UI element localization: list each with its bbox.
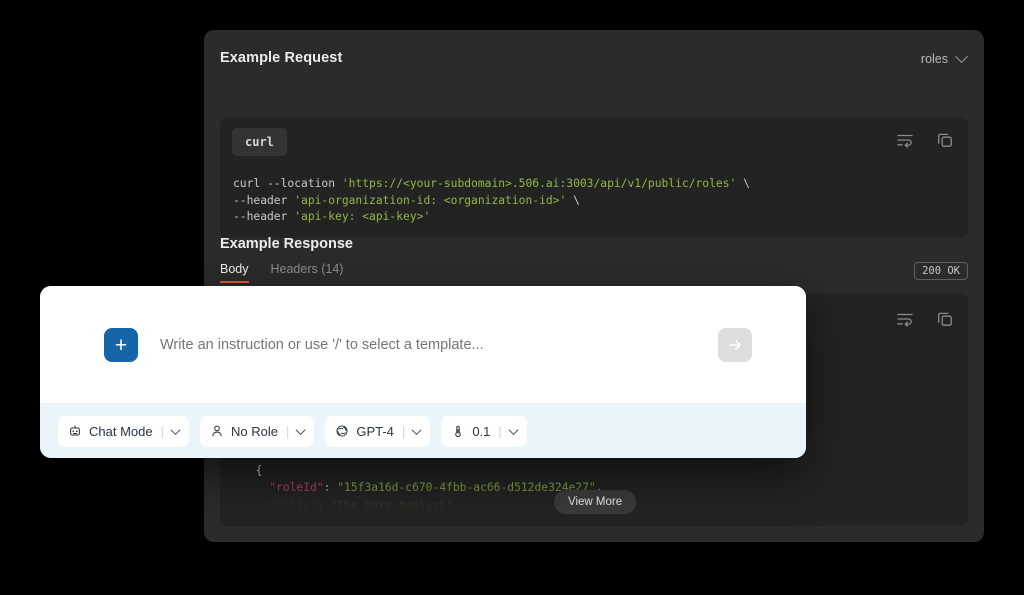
endpoint-selector-label: roles <box>921 52 948 66</box>
status-badge: 200 OK <box>914 262 968 280</box>
chip-gpt-4[interactable]: GPT-4 | <box>325 416 430 447</box>
tab-body[interactable]: Body <box>220 262 249 283</box>
send-button[interactable] <box>718 328 752 362</box>
chip-divider: | <box>402 424 405 439</box>
request-header: Example Request roles <box>204 30 984 90</box>
wrap-text-icon[interactable] <box>896 310 914 328</box>
code-token: --header <box>233 210 294 223</box>
copy-icon[interactable] <box>936 131 954 149</box>
code-token: curl --location <box>233 177 342 190</box>
code-token: 'api-key: <api-key>' <box>294 210 430 223</box>
code-line: --header 'api-organization-id: <organiza… <box>233 193 958 210</box>
example-request-title: Example Request <box>220 50 342 66</box>
code-toolbar: curl <box>220 118 968 174</box>
chevron-down-icon[interactable] <box>171 425 181 435</box>
chip-label: 0.1 <box>472 424 490 439</box>
chip-0-1[interactable]: 0.1 | <box>441 416 526 447</box>
robot-icon <box>68 424 82 438</box>
code-token: { <box>242 464 262 477</box>
chevron-down-icon[interactable] <box>508 425 518 435</box>
chevron-down-icon[interactable] <box>412 425 422 435</box>
tab-headers-14[interactable]: Headers (14) <box>271 262 344 283</box>
view-more-button[interactable]: View More <box>554 490 636 514</box>
response-code-actions <box>896 310 954 328</box>
chip-label: Chat Mode <box>89 424 153 439</box>
chat-settings-toolbar: Chat Mode | No Role | GPT-4 | 0.1 | <box>40 404 806 458</box>
request-code-text: curl --location 'https://<your-subdomain… <box>233 176 958 226</box>
example-response-title: Example Response <box>220 236 353 252</box>
chevron-down-icon <box>955 50 968 63</box>
code-token: --header <box>233 194 294 207</box>
copy-icon[interactable] <box>936 310 954 328</box>
request-code-card: curl curl --l <box>220 118 968 238</box>
code-line: --header 'api-key: <api-key>' <box>233 209 958 226</box>
code-token: \ <box>566 194 580 207</box>
chat-input-row: + <box>52 294 794 396</box>
chat-input-area: + <box>40 286 806 404</box>
add-attachment-button[interactable]: + <box>104 328 138 362</box>
code-line: { <box>242 462 958 480</box>
chip-label: GPT-4 <box>356 424 394 439</box>
thermometer-icon <box>451 424 465 438</box>
tab-curl[interactable]: curl <box>232 128 287 156</box>
chip-chat-mode[interactable]: Chat Mode | <box>58 416 189 447</box>
chevron-down-icon[interactable] <box>296 425 306 435</box>
response-tabs: Body Headers (14) <box>220 262 343 283</box>
screen-root: Example Request roles curl <box>0 0 1024 595</box>
person-icon <box>210 424 224 438</box>
code-token: 'https://<your-subdomain>.506.ai:3003/ap… <box>342 177 736 190</box>
endpoint-selector[interactable]: roles <box>921 52 966 66</box>
instruction-input[interactable] <box>160 337 718 353</box>
code-token: \ <box>736 177 750 190</box>
code-line: curl --location 'https://<your-subdomain… <box>233 176 958 193</box>
chip-divider: | <box>161 424 164 439</box>
code-token: 'api-organization-id: <organization-id>' <box>294 194 566 207</box>
chat-composer-overlay: + Chat Mode | No Role | GPT-4 | 0.1 | <box>40 286 806 458</box>
chip-label: No Role <box>231 424 278 439</box>
openai-icon <box>335 424 349 438</box>
chip-divider: | <box>498 424 501 439</box>
chip-divider: | <box>286 424 289 439</box>
chip-no-role[interactable]: No Role | <box>200 416 314 447</box>
code-actions <box>896 131 954 149</box>
arrow-right-icon <box>727 337 743 353</box>
wrap-text-icon[interactable] <box>896 131 914 149</box>
